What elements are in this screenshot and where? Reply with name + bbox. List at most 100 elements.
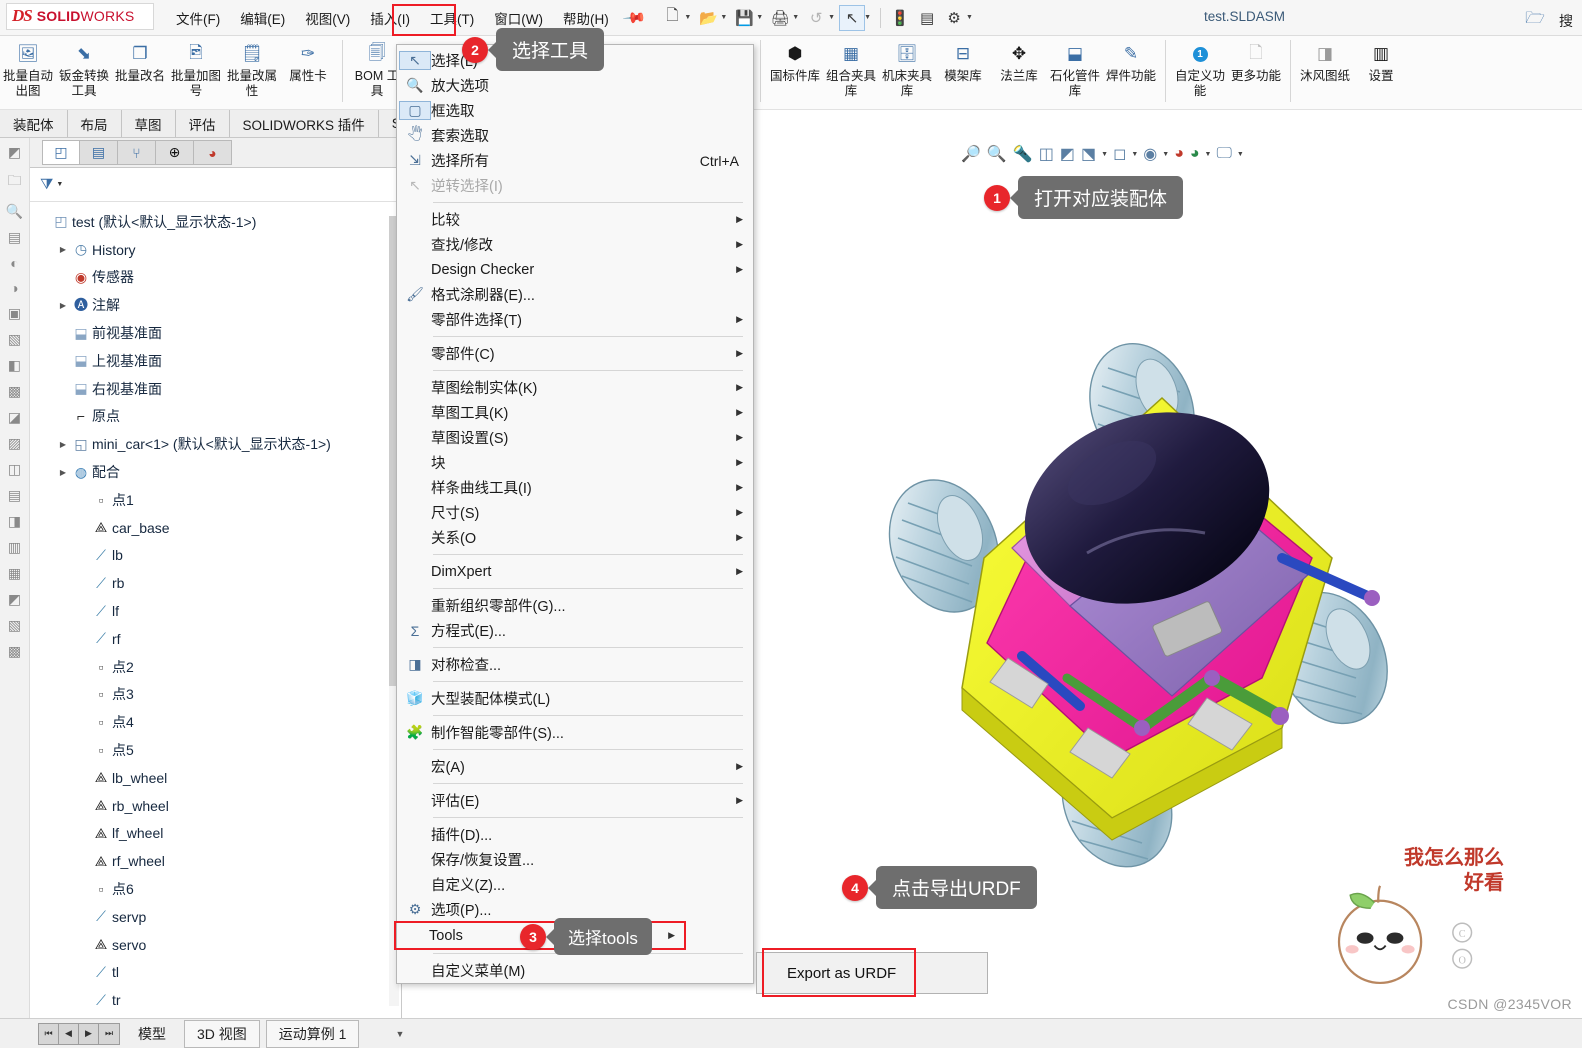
- feature-tree[interactable]: ◰ test (默认<默认_显示状态-1>) ▶ ◷ History ◉ 传感器 ▶ 🅐 注解 ⬓ 前…: [30, 202, 401, 1014]
- tree-item[interactable]: ◉ 传感器: [36, 264, 401, 292]
- apply-scene-icon[interactable]: ◕: [1173, 143, 1185, 165]
- ribbon-button-settings[interactable]: ▥ 设置: [1353, 36, 1409, 108]
- rail-icon-library8[interactable]: ▥: [8, 539, 21, 556]
- menu-item[interactable]: 🔍 放大选项: [397, 73, 753, 98]
- bottom-tab-3dview[interactable]: 3D 视图: [184, 1019, 260, 1048]
- menu-item[interactable]: 🧊 大型装配体模式(L): [397, 686, 753, 711]
- search-label[interactable]: 搜: [1554, 8, 1578, 34]
- dimxpert-manager-tab[interactable]: ⊕: [156, 140, 194, 165]
- menu-item-file[interactable]: 文件(F): [166, 4, 230, 32]
- menu-item[interactable]: 插件(D)...: [397, 822, 753, 847]
- open-document-icon[interactable]: 📂: [695, 5, 721, 31]
- menu-item[interactable]: 关系(O ▶: [397, 525, 753, 550]
- tree-item[interactable]: ⬓ 右视基准面: [36, 375, 401, 403]
- export-as-urdf-item[interactable]: Export as URDF: [757, 965, 896, 982]
- tree-item[interactable]: ⟋ lb: [36, 542, 401, 570]
- expand-arrow-icon[interactable]: ▶: [56, 245, 70, 254]
- zoom-to-area-icon[interactable]: 🔍: [986, 142, 1008, 166]
- menu-item-edit[interactable]: 编辑(E): [230, 4, 295, 32]
- nav-next-button[interactable]: ▶: [79, 1023, 99, 1044]
- rail-icon-file-explorer[interactable]: 🗀: [8, 170, 22, 194]
- ribbon-button-sheetmetal-convert[interactable]: ⬊ 钣金转换工具: [56, 36, 112, 108]
- menu-item[interactable]: 样条曲线工具(I) ▶: [397, 475, 753, 500]
- ribbon-button-fixture-library[interactable]: ▦ 组合夹具库: [823, 36, 879, 108]
- new-document-icon[interactable]: 🗋: [659, 5, 685, 31]
- tab-solidworks-addins[interactable]: SOLIDWORKS 插件: [229, 110, 379, 137]
- ribbon-button-pipe-library[interactable]: ⬓ 石化管件库: [1047, 36, 1103, 108]
- tree-item[interactable]: ⟋ tr: [36, 986, 401, 1014]
- nav-prev-button[interactable]: ◀: [59, 1023, 79, 1044]
- tree-item[interactable]: ⌐ 原点: [36, 403, 401, 431]
- rail-icon-library3[interactable]: ◪: [8, 409, 21, 426]
- feature-tree-filter[interactable]: ⧩ ▼: [30, 168, 401, 202]
- tree-item[interactable]: ◰ test (默认<默认_显示状态-1>): [36, 208, 401, 236]
- menu-item[interactable]: 自定义菜单(M): [397, 958, 753, 983]
- rail-icon-library2[interactable]: ▩: [8, 383, 21, 400]
- menu-item[interactable]: ⇲ 选择所有 Ctrl+A: [397, 148, 753, 173]
- tree-item[interactable]: ▫ 点2: [36, 653, 401, 681]
- view-toolbar[interactable]: 🔎 🔍 🔦 ◫ ◩ ⬔ ▼ ◻ ▼ ◉ ▼ ◕ ◕ ▼ 🖵 ▼: [960, 142, 1244, 166]
- menu-item[interactable]: ▢ 框选取: [397, 98, 753, 123]
- menu-item[interactable]: 🧩 制作智能零部件(S)...: [397, 720, 753, 745]
- hide-show-icon[interactable]: ◉: [1142, 142, 1158, 166]
- menu-item[interactable]: 查找/修改 ▶: [397, 232, 753, 257]
- ribbon-button-weldment[interactable]: ✎ 焊件功能: [1103, 36, 1159, 108]
- tree-item[interactable]: ⟁ rb_wheel: [36, 792, 401, 820]
- appearance-icon[interactable]: ◕: [1189, 143, 1201, 165]
- 3d-model-view[interactable]: [812, 258, 1492, 878]
- tree-item[interactable]: ⟋ tl: [36, 959, 401, 987]
- menu-item[interactable]: 保存/恢复设置...: [397, 847, 753, 872]
- ribbon-button-property-card[interactable]: ✑ 属性卡: [280, 36, 336, 108]
- ribbon-button-auto-drawing[interactable]: 🖼 批量自动出图: [0, 36, 56, 108]
- rail-icon-blocks[interactable]: ▧: [8, 331, 21, 348]
- tools-dropdown-menu[interactable]: ↖ 选择(L) 🔍 放大选项 ▢ 框选取 🖑 套索选取 ⇲ 选择所有 Ctrl+A ↖ 逆转选择(I) 比…: [394, 44, 754, 984]
- menu-item[interactable]: 🖌 格式涂刷器(E)...: [397, 282, 753, 307]
- rail-icon-view-palette[interactable]: ▤: [8, 229, 21, 246]
- ribbon-toolbar[interactable]: 🖼 批量自动出图 ⬊ 钣金转换工具 ❐ 批量改名 🖻 批量加图号 🗒 批量改属性…: [0, 36, 1582, 110]
- tab-sketch[interactable]: 草图: [121, 110, 176, 137]
- rail-icon-library11[interactable]: ▧: [8, 617, 21, 634]
- settings-gear-icon[interactable]: ⚙: [941, 5, 967, 31]
- ribbon-button-batch-rename[interactable]: ❐ 批量改名: [112, 36, 168, 108]
- tree-item[interactable]: ▶ ◱ mini_car<1> (默认<默认_显示状态-1>): [36, 430, 401, 458]
- tab-assembly[interactable]: 装配体: [0, 110, 68, 137]
- options-list-icon[interactable]: ▤: [914, 5, 940, 31]
- tree-item[interactable]: ⬓ 上视基准面: [36, 347, 401, 375]
- quick-access-toolbar[interactable]: 🗋 ▼ 📂 ▼ 💾 ▼ 🖨 ▼ ↺ ▼ ↖ ▼ 🚦 ▤ ⚙ ▼: [659, 4, 976, 31]
- zoom-to-fit-icon[interactable]: 🔎: [960, 142, 982, 166]
- tree-item[interactable]: ⟋ servp: [36, 903, 401, 931]
- ribbon-button-custom-function[interactable]: 1 自定义功能: [1172, 36, 1228, 108]
- tree-item[interactable]: ⟁ car_base: [36, 514, 401, 542]
- ribbon-button-flange-library[interactable]: ✥ 法兰库: [991, 36, 1047, 108]
- tree-item[interactable]: ▫ 点1: [36, 486, 401, 514]
- expand-arrow-icon[interactable]: ▶: [56, 468, 70, 477]
- ribbon-button-machine-fixture[interactable]: 🗄 机床夹具库: [879, 36, 935, 108]
- menu-item[interactable]: 零部件(C) ▶: [397, 341, 753, 366]
- left-icon-rail[interactable]: ◩ 🗀 🔍 ▤ ◐ ◑ ▣ ▧ ◧ ▩ ◪ ▨ ◫ ▤ ◨ ▥ ▦ ◩ ▧ ▩: [0, 138, 30, 1018]
- rail-icon-library1[interactable]: ◧: [8, 357, 21, 374]
- tree-item[interactable]: ▶ ◍ 配合: [36, 458, 401, 486]
- expand-arrow-icon[interactable]: ▶: [56, 440, 70, 449]
- menu-item[interactable]: DimXpert ▶: [397, 559, 753, 584]
- property-manager-tab[interactable]: ▤: [80, 140, 118, 165]
- feature-manager-tab-strip[interactable]: ◰ ▤ ⑂ ⊕ ◕: [30, 138, 401, 168]
- tools-submenu[interactable]: Export as URDF: [756, 952, 988, 994]
- rail-icon-scenes[interactable]: ◑: [10, 280, 18, 296]
- tree-item[interactable]: ⟋ rf: [36, 625, 401, 653]
- menu-item[interactable]: Σ 方程式(E)...: [397, 618, 753, 643]
- tree-item[interactable]: ⬓ 前视基准面: [36, 319, 401, 347]
- section-view-icon[interactable]: ◫: [1038, 142, 1055, 166]
- tree-item[interactable]: ⟁ lf_wheel: [36, 820, 401, 848]
- bottom-tab-motion-study[interactable]: 运动算例 1: [265, 1019, 360, 1048]
- tree-item[interactable]: ▫ 点3: [36, 681, 401, 709]
- previous-view-icon[interactable]: 🔦: [1012, 142, 1034, 166]
- rail-icon-library9[interactable]: ▦: [8, 565, 21, 582]
- tab-evaluate[interactable]: 评估: [175, 110, 230, 137]
- rail-icon-library7[interactable]: ◨: [8, 513, 21, 530]
- save-document-icon[interactable]: 💾: [731, 5, 757, 31]
- tree-item[interactable]: ▫ 点6: [36, 875, 401, 903]
- bottom-tab-model[interactable]: 模型: [126, 1021, 178, 1047]
- menu-item[interactable]: Design Checker ▶: [397, 257, 753, 282]
- display-state-icon[interactable]: ◻: [1112, 142, 1127, 166]
- rail-icon-library4[interactable]: ▨: [8, 435, 21, 452]
